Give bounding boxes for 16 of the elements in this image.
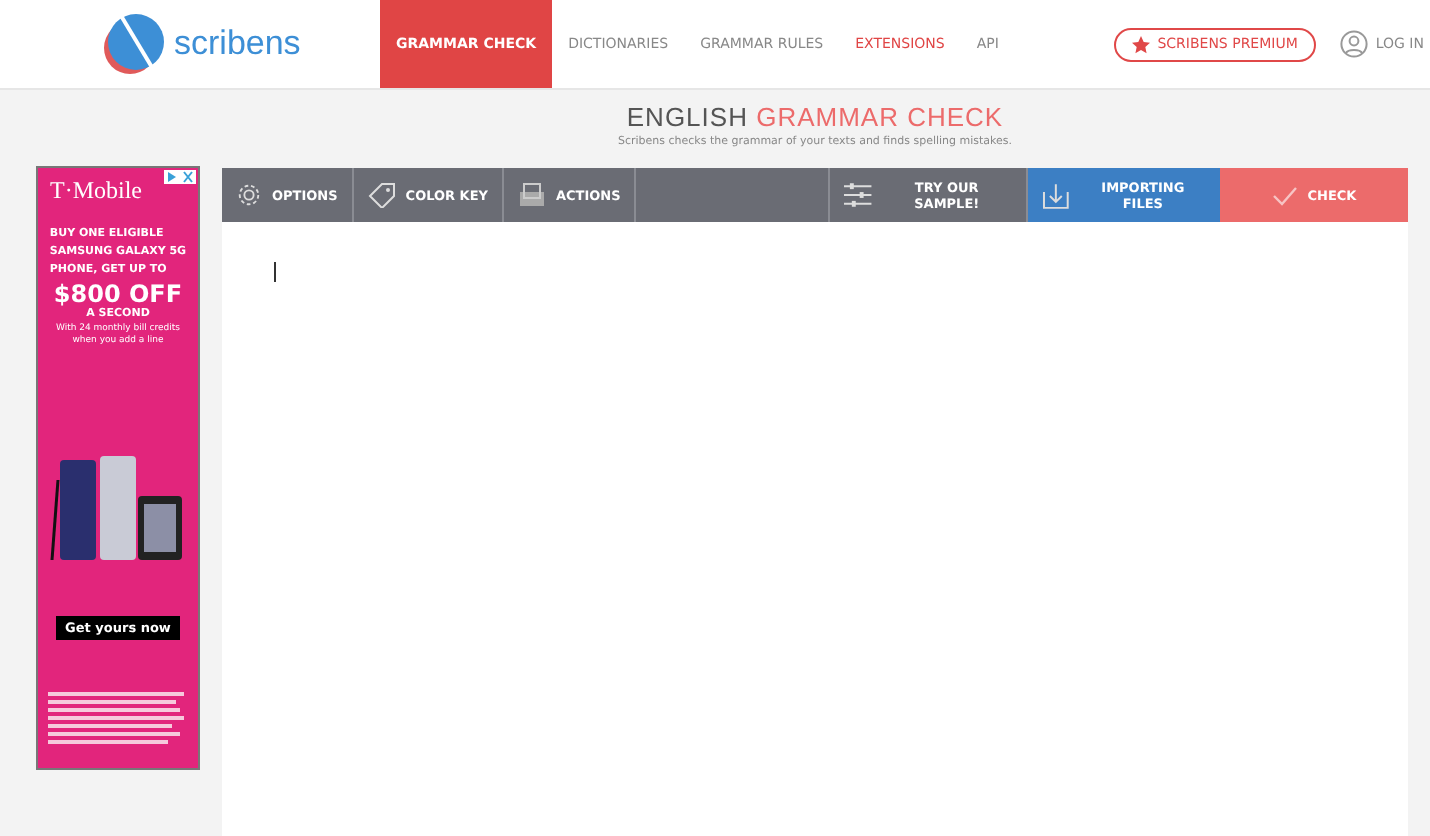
download-icon bbox=[1042, 181, 1070, 209]
text-input-area[interactable] bbox=[222, 222, 1408, 836]
logo-text: scribens bbox=[174, 24, 301, 64]
star-icon bbox=[1131, 35, 1150, 53]
fine-print-drawing bbox=[48, 692, 188, 748]
sliders-icon bbox=[844, 182, 872, 208]
user-icon[interactable] bbox=[1339, 30, 1368, 58]
page-title: ENGLISH GRAMMAR CHECK bbox=[624, 104, 1006, 132]
logo-icon bbox=[100, 10, 168, 78]
gear-icon bbox=[236, 182, 262, 208]
ad-choices-icon[interactable] bbox=[164, 170, 196, 184]
ad-offer: $800 OFF bbox=[53, 280, 183, 308]
ad-brand: T·Mobile bbox=[50, 176, 142, 206]
tray-icon bbox=[517, 182, 546, 208]
checkmark-icon bbox=[1271, 185, 1298, 205]
tag-icon bbox=[367, 182, 396, 208]
